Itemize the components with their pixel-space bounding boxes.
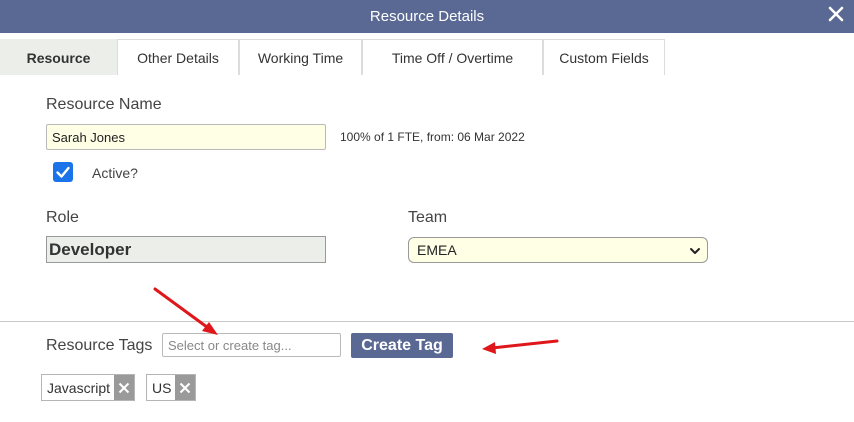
remove-tag-icon[interactable] (175, 375, 196, 400)
role-value: Developer (46, 236, 326, 263)
tab-working-time[interactable]: Working Time (239, 39, 362, 75)
tag-chip-label: US (152, 379, 172, 396)
tab-custom-fields[interactable]: Custom Fields (543, 39, 665, 75)
remove-tag-icon[interactable] (114, 375, 135, 400)
role-label: Role (46, 209, 79, 226)
tag-chip-javascript: Javascript (41, 374, 136, 401)
tab-time-off-overtime[interactable]: Time Off / Overtime (362, 39, 543, 75)
dialog-titlebar: Resource Details (0, 0, 854, 33)
tag-chip-us: US (146, 374, 197, 401)
fte-info: 100% of 1 FTE, from: 06 Mar 2022 (340, 130, 525, 144)
team-label: Team (408, 209, 448, 226)
team-selected-value: EMEA (417, 242, 457, 258)
active-checkbox[interactable] (53, 162, 73, 182)
active-label: Active? (92, 165, 138, 181)
close-icon[interactable] (826, 4, 846, 24)
tab-bar: Resource Other Details Working Time Time… (0, 39, 854, 75)
arrow-to-create-tag-icon (482, 339, 559, 354)
tab-other-details[interactable]: Other Details (117, 39, 239, 75)
create-tag-button[interactable]: Create Tag (351, 333, 453, 358)
resource-name-input[interactable] (46, 124, 326, 150)
dialog-title: Resource Details (369, 8, 485, 25)
tab-resource[interactable]: Resource (0, 39, 117, 75)
section-divider (0, 321, 854, 322)
resource-tags-label: Resource Tags (46, 337, 153, 354)
resource-name-label: Resource Name (46, 96, 162, 113)
tag-chip-label: Javascript (47, 379, 111, 396)
chevron-down-icon (690, 248, 700, 254)
checkmark-icon (56, 166, 70, 178)
arrow-to-tag-input-icon (153, 287, 218, 335)
tag-search-input[interactable] (162, 333, 341, 357)
team-select[interactable]: EMEA (408, 237, 708, 263)
